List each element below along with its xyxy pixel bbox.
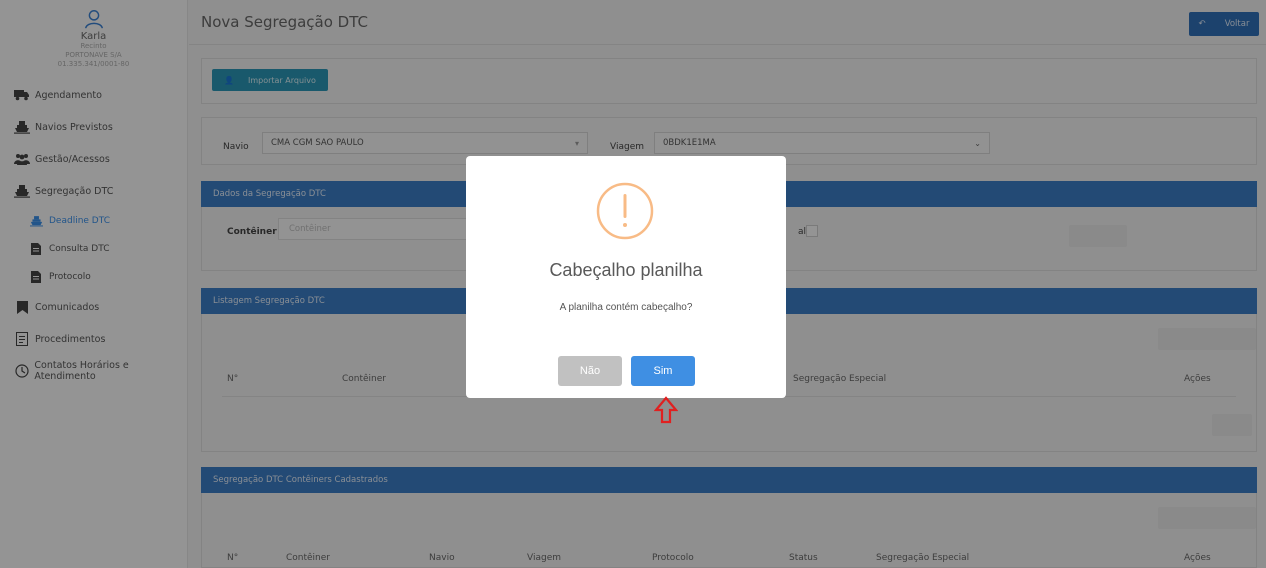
no-button[interactable]: Não <box>558 356 622 386</box>
dialog-title: Cabeçalho planilha <box>549 260 703 280</box>
confirm-dialog: Cabeçalho planilha A planilha contém cab… <box>466 156 786 398</box>
warning-icon <box>596 182 654 240</box>
yes-button[interactable]: Sim <box>631 356 695 386</box>
arrow-up-icon <box>654 396 678 424</box>
dialog-message: A planilha contém cabeçalho? <box>559 302 693 313</box>
